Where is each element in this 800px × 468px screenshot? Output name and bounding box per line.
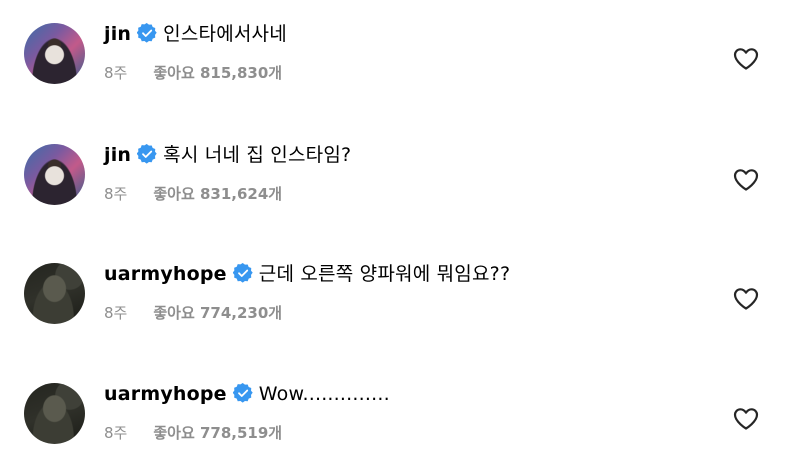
comment-header: uarmyhope 근데 오른쪽 양파워에 뭐임요?? bbox=[104, 261, 510, 287]
comment-text: 혹시 너네 집 인스타임? bbox=[163, 144, 352, 166]
comment-header: uarmyhope Wow.............. bbox=[104, 381, 390, 407]
comment-time[interactable]: 8주 bbox=[104, 304, 127, 322]
like-count[interactable]: 좋아요 815,830개 bbox=[153, 64, 282, 82]
verified-badge-icon bbox=[232, 383, 253, 403]
comment-meta: 8주 좋아요 778,519개 bbox=[104, 423, 282, 443]
comment-header: jin 인스타에서사네 bbox=[104, 21, 287, 47]
avatar[interactable] bbox=[24, 23, 85, 84]
comment-item: uarmyhope 근데 오른쪽 양파워에 뭐임요?? 8주 좋아요 774,230… bbox=[0, 240, 800, 340]
comment-text: 인스타에서사네 bbox=[163, 23, 287, 45]
verified-badge-icon bbox=[137, 144, 157, 164]
comment-item: jin 인스타에서사네 8주 좋아요 815,830개 bbox=[0, 0, 800, 100]
username[interactable]: jin bbox=[104, 23, 131, 45]
comment-meta: 8주 좋아요 831,624개 bbox=[104, 184, 282, 204]
verified-badge-icon bbox=[232, 263, 253, 283]
avatar[interactable] bbox=[24, 144, 85, 205]
comment-text: Wow.............. bbox=[258, 383, 390, 405]
heart-outline-icon[interactable] bbox=[733, 287, 759, 311]
username[interactable]: uarmyhope bbox=[104, 263, 227, 285]
comment-meta: 8주 좋아요 774,230개 bbox=[104, 303, 282, 323]
comment-header: jin 혹시 너네 집 인스타임? bbox=[104, 142, 351, 168]
comment-time[interactable]: 8주 bbox=[104, 185, 127, 203]
heart-outline-icon[interactable] bbox=[733, 47, 759, 71]
comment-time[interactable]: 8주 bbox=[104, 424, 127, 442]
username[interactable]: uarmyhope bbox=[104, 383, 227, 405]
comment-item: uarmyhope Wow.............. 8주 좋아요 778,519… bbox=[0, 360, 800, 460]
heart-outline-icon[interactable] bbox=[733, 407, 759, 431]
like-count[interactable]: 좋아요 831,624개 bbox=[153, 185, 282, 203]
comment-text: 근데 오른쪽 양파워에 뭐임요?? bbox=[258, 263, 511, 285]
verified-badge-icon bbox=[137, 23, 157, 43]
comment-time[interactable]: 8주 bbox=[104, 64, 127, 82]
like-count[interactable]: 좋아요 774,230개 bbox=[153, 304, 282, 322]
avatar[interactable] bbox=[24, 383, 85, 444]
comment-meta: 8주 좋아요 815,830개 bbox=[104, 63, 282, 83]
avatar[interactable] bbox=[24, 263, 85, 324]
like-count[interactable]: 좋아요 778,519개 bbox=[153, 424, 282, 442]
username[interactable]: jin bbox=[104, 144, 131, 166]
comment-item: jin 혹시 너네 집 인스타임? 8주 좋아요 831,624개 bbox=[0, 121, 800, 221]
heart-outline-icon[interactable] bbox=[733, 168, 759, 192]
